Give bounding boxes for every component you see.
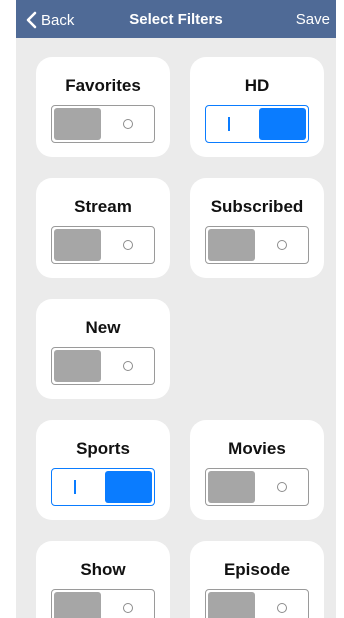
filter-card-episode: Episode	[190, 541, 324, 618]
toggle-knob	[54, 229, 101, 261]
toggle-off-indicator-icon	[123, 361, 133, 371]
save-button[interactable]: Save	[296, 11, 330, 28]
toggle-off-indicator-icon	[123, 240, 133, 250]
filter-label-stream: Stream	[74, 197, 132, 216]
nav-bar: Back Select Filters Save	[16, 0, 336, 38]
filter-label-movies: Movies	[228, 439, 286, 458]
toggle-stream[interactable]	[51, 226, 155, 264]
filter-label-show: Show	[80, 560, 126, 579]
toggle-on-indicator-icon	[74, 480, 76, 494]
toggle-off-indicator-icon	[123, 119, 133, 129]
toggle-knob	[54, 350, 101, 382]
toggle-off-indicator-icon	[123, 603, 133, 613]
filters-screen: Back Select Filters Save Favorites HD St…	[16, 0, 336, 618]
toggle-new[interactable]	[51, 347, 155, 385]
filter-card-new: New	[36, 299, 170, 399]
filter-label-hd: HD	[244, 76, 270, 95]
toggle-knob	[105, 471, 152, 503]
filter-label-sports: Sports	[76, 439, 130, 458]
back-label: Back	[41, 11, 75, 29]
toggle-knob	[54, 108, 101, 140]
filter-card-favorites: Favorites	[36, 57, 170, 157]
toggle-off-indicator-icon	[277, 603, 287, 613]
toggle-knob	[208, 229, 255, 261]
toggle-off-indicator-icon	[277, 240, 287, 250]
filter-card-subscribed: Subscribed	[190, 178, 324, 278]
toggle-show[interactable]	[51, 589, 155, 618]
toggle-movies[interactable]	[205, 468, 309, 506]
toggle-off-indicator-icon	[277, 482, 287, 492]
filter-card-show: Show	[36, 541, 170, 618]
filter-card-stream: Stream	[36, 178, 170, 278]
toggle-sports[interactable]	[51, 468, 155, 506]
toggle-hd[interactable]	[205, 105, 309, 143]
toggle-knob	[259, 108, 306, 140]
filter-card-hd: HD	[190, 57, 324, 157]
filter-label-episode: Episode	[223, 560, 291, 579]
toggle-episode[interactable]	[205, 589, 309, 618]
filter-label-favorites: Favorites	[65, 76, 141, 95]
filter-label-subscribed: Subscribed	[210, 197, 304, 216]
filter-card-sports: Sports	[36, 420, 170, 520]
toggle-knob	[208, 471, 255, 503]
toggle-knob	[54, 592, 101, 618]
back-button[interactable]: Back	[26, 9, 74, 31]
toggle-on-indicator-icon	[228, 117, 230, 131]
toggle-subscribed[interactable]	[205, 226, 309, 264]
toggle-knob	[208, 592, 255, 618]
filter-label-new: New	[85, 318, 121, 337]
chevron-left-icon	[26, 11, 37, 29]
filter-card-movies: Movies	[190, 420, 324, 520]
toggle-favorites[interactable]	[51, 105, 155, 143]
